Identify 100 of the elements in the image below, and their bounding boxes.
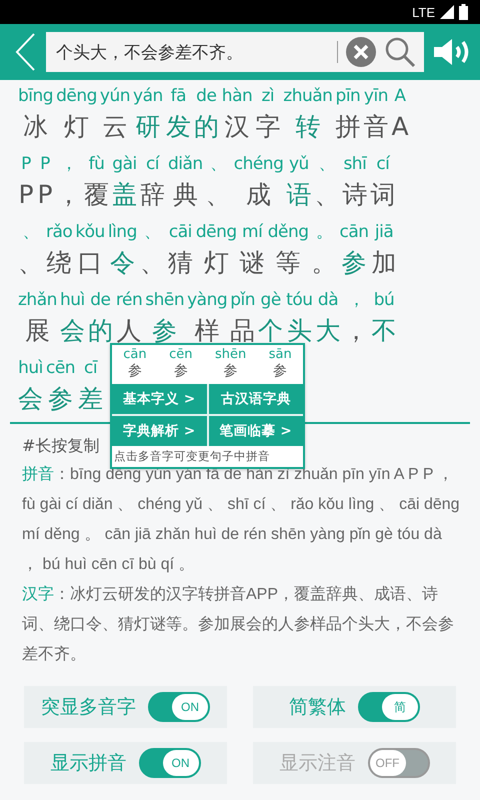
hanzi-character[interactable]: 灯	[64, 110, 89, 144]
hanzi-character[interactable]: 云	[102, 110, 128, 144]
pinyin-text: fù	[88, 153, 104, 176]
back-button[interactable]	[14, 32, 36, 72]
hanzi-character[interactable]: 口	[78, 246, 103, 280]
hanzi-character[interactable]: 词	[370, 178, 396, 212]
pinyin-text: 、	[144, 221, 161, 244]
hanzi-character[interactable]: 覆	[84, 178, 109, 212]
pinyin-text: shī	[343, 153, 366, 176]
pinyin-text: cēn	[46, 357, 76, 380]
hanzi-character[interactable]: 、	[206, 178, 231, 212]
hanzi-character[interactable]: 冰	[23, 110, 48, 144]
pinyin-text: ，	[348, 289, 364, 312]
hanzi-character[interactable]: 谜	[240, 246, 265, 280]
battery-icon	[459, 4, 468, 20]
pinyin-text: A	[394, 85, 406, 108]
toggle-label: 显示注音	[280, 751, 356, 776]
pinyin-text: rén	[116, 289, 142, 312]
hanzi-character[interactable]: 灯	[204, 246, 229, 280]
hanzi-character[interactable]: ，	[56, 178, 81, 212]
pinyin-text: bīng	[18, 85, 54, 108]
toggle-label: 显示拼音	[50, 751, 126, 776]
pinyin-text: hàn	[222, 85, 252, 108]
pinyin-text: zhǎn	[18, 289, 57, 312]
pinyin-text: zhuǎn	[283, 85, 332, 108]
pinyin-text: yàng	[187, 289, 228, 312]
pinyin-text: huì	[60, 289, 85, 312]
hanzi-character[interactable]: 等	[276, 246, 301, 280]
pinyin-text: yún	[100, 85, 130, 108]
pinyin-text: pīn	[336, 85, 360, 108]
hanzi-character[interactable]: 。	[312, 246, 337, 280]
pronunciation-option[interactable]: sān 参	[268, 347, 292, 380]
pinyin-text: chéng	[234, 153, 284, 176]
network-label: LTE	[412, 4, 435, 20]
pinyin-text: cāi	[168, 221, 192, 244]
clear-icon[interactable]	[346, 37, 376, 67]
pinyin-text: lìng	[108, 221, 137, 244]
pinyin-text: bú	[374, 289, 394, 312]
hanzi-character[interactable]: 诗	[342, 178, 368, 212]
pinyin-text: tóu	[286, 289, 313, 312]
hanzi-character[interactable]: 加	[372, 246, 397, 280]
hanzi-character[interactable]: 音	[363, 110, 388, 144]
pinyin-text: cí	[146, 153, 160, 176]
signal-icon	[440, 5, 454, 19]
pinyin-text: 、	[318, 153, 336, 176]
pinyin-text: cī	[84, 357, 98, 380]
hanzi-character[interactable]: 字	[255, 110, 280, 144]
pinyin-text: P	[21, 153, 31, 176]
pinyin-text: zì	[261, 85, 274, 108]
result-paragraph: 汉字：冰灯云研发的汉字转拼音APP，覆盖辞典、成语、诗词、绕口令、猜灯谜等。参加展会的人参样品个头大，不会参差不齐。	[22, 584, 455, 665]
pronunciation-option[interactable]: cēn 参	[169, 347, 192, 380]
hanzi-character[interactable]: 典	[172, 178, 198, 212]
pinyin-text: 、	[210, 153, 226, 176]
hanzi-character[interactable]: A	[391, 110, 409, 144]
hanzi-character[interactable]: P	[37, 178, 53, 212]
hanzi-character[interactable]: 猜	[168, 246, 193, 280]
hanzi-character[interactable]: P	[18, 178, 34, 212]
search-field[interactable]: 个头大，不会参差不齐。	[46, 32, 424, 72]
pinyin-text: gài	[112, 153, 137, 176]
pinyin-text: děng	[268, 221, 309, 244]
hanzi-character[interactable]: 汉	[224, 110, 250, 144]
hanzi-character[interactable]: ，	[344, 314, 369, 348]
pinyin-text: diǎn	[168, 153, 203, 176]
hanzi-character[interactable]: 、	[18, 246, 43, 280]
pinyin-text: fā	[170, 85, 186, 108]
hanzi-character[interactable]: 拼	[335, 110, 360, 144]
pinyin-text: yán	[133, 85, 163, 108]
hanzi-character[interactable]: 成	[246, 178, 272, 212]
hanzi-character[interactable]: 、	[140, 246, 165, 280]
pinyin-text: shēn	[145, 289, 184, 312]
copy-hint: #长按复制	[22, 435, 100, 457]
pronunciation-option[interactable]: shēn 参	[215, 347, 246, 380]
hanzi-character[interactable]: 辞	[140, 178, 165, 212]
pinyin-text: mí	[242, 221, 262, 244]
pinyin-text: cí	[376, 153, 390, 176]
pinyin-text: pǐn	[230, 289, 256, 312]
pinyin-text: ，	[60, 153, 77, 176]
pinyin-text: de	[90, 289, 111, 312]
pronunciation-option[interactable]: cān 参	[123, 347, 147, 380]
pinyin-text: kǒu	[75, 221, 105, 244]
hanzi-character[interactable]: 绕	[46, 246, 72, 280]
pinyin-text: 。	[316, 221, 332, 244]
toggle-label: 突显多音字	[41, 695, 136, 720]
pinyin-text: 、	[22, 221, 39, 244]
pinyin-text: jiā	[374, 221, 394, 244]
hanzi-character[interactable]: 、	[314, 178, 340, 212]
popup-hint: 点击多音字可变更句子中拼音	[113, 448, 271, 465]
pinyin-text: cān	[340, 221, 369, 244]
search-icon[interactable]	[384, 36, 416, 68]
pinyin-text: P	[40, 153, 50, 176]
pinyin-text: gè	[260, 289, 281, 312]
pinyin-text: yīn	[364, 85, 388, 108]
pinyin-text: yǔ	[288, 153, 309, 176]
pinyin-text: de	[196, 85, 216, 108]
pinyin-text: rǎo	[46, 221, 72, 244]
pinyin-text: dēng	[56, 85, 97, 108]
toggle-label: 简繁体	[289, 695, 346, 720]
hanzi-character[interactable]: 展	[24, 314, 50, 348]
pinyin-text: dēng	[196, 221, 237, 244]
pinyin-text: dà	[318, 289, 338, 312]
